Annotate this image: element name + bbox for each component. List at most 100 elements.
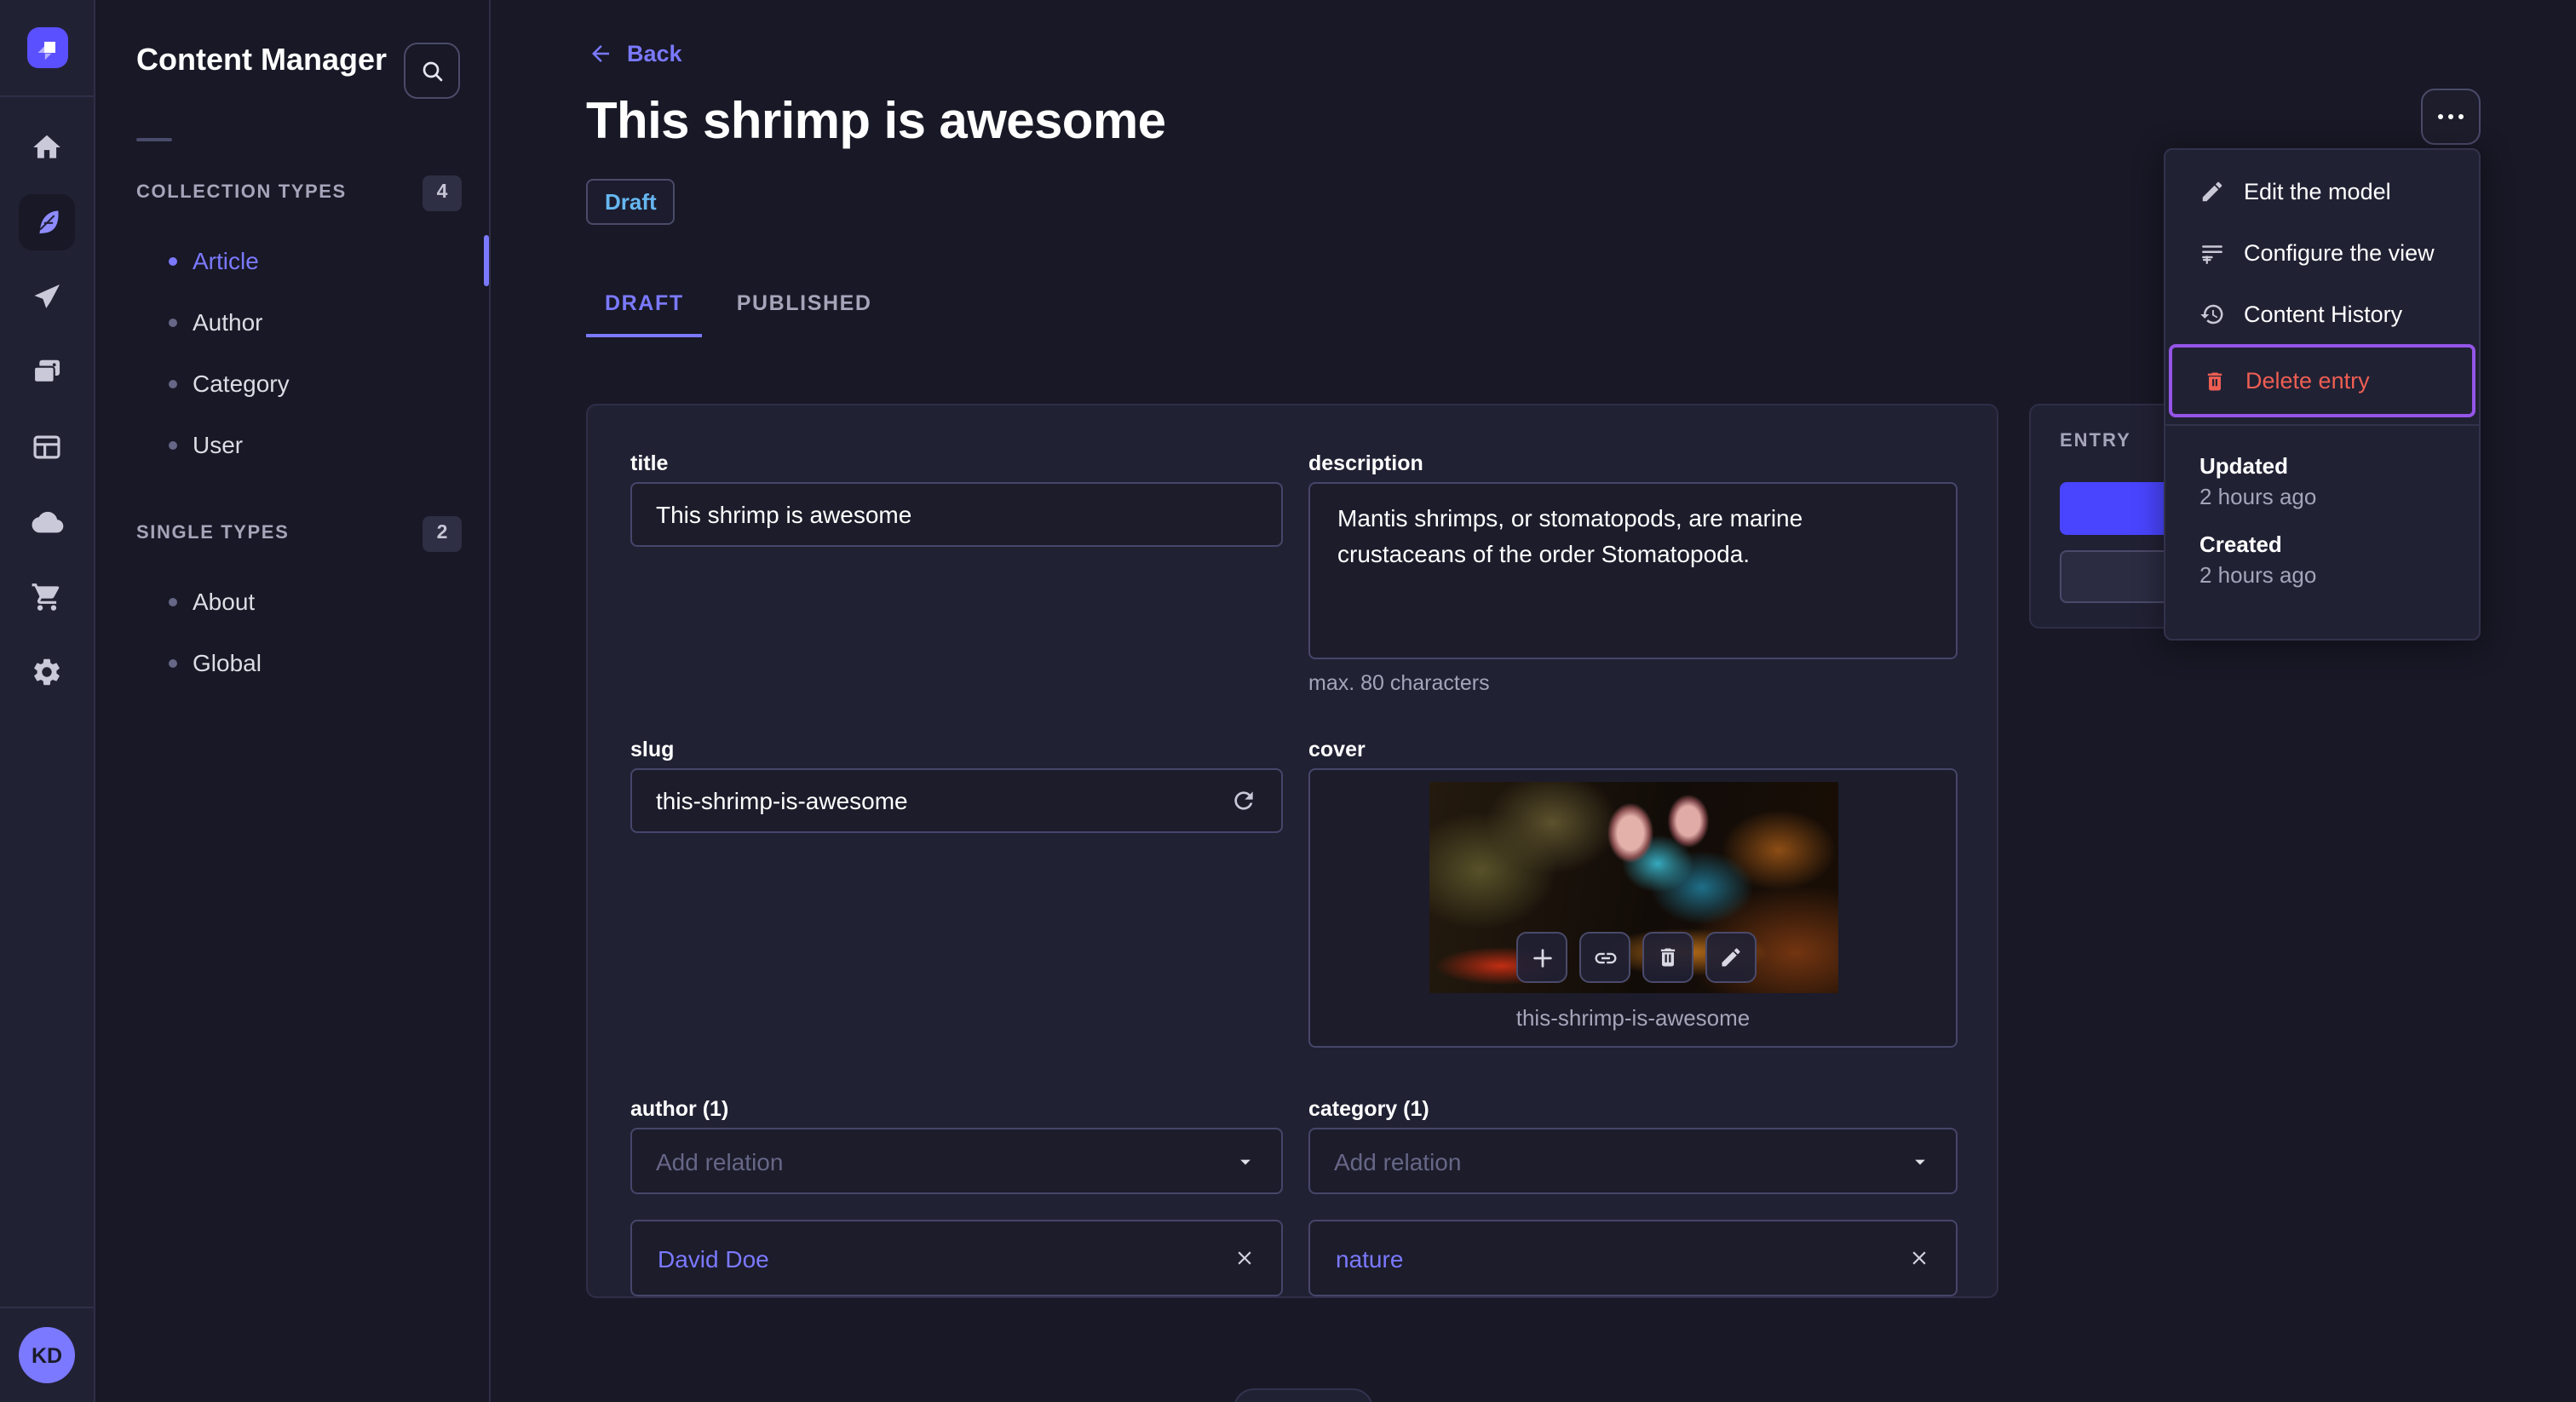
entry-form-card: title This shrimp is awesome description…: [586, 404, 1998, 1298]
more-actions-button[interactable]: [2421, 89, 2481, 145]
subnav-list: COLLECTION TYPES 4 Article Author Catego…: [95, 174, 489, 693]
bullet-icon: [169, 318, 177, 326]
bullet-icon: [169, 597, 177, 606]
slug-input[interactable]: this-shrimp-is-awesome: [630, 768, 1283, 833]
copy-link-button[interactable]: [1579, 932, 1630, 983]
strapi-logo[interactable]: [26, 27, 67, 68]
cloud-nav-button[interactable]: [19, 494, 75, 550]
sidebar-item-label: About: [193, 588, 256, 615]
menu-item-configure-view[interactable]: Configure the view: [2165, 221, 2479, 283]
content-manager-nav-button[interactable]: [19, 194, 75, 250]
more-actions-menu: Edit the model Configure the view Conten…: [2164, 148, 2481, 641]
close-icon: [1912, 1251, 1926, 1265]
gear-icon: [34, 658, 60, 686]
remove-author-relation-button[interactable]: [1233, 1247, 1256, 1269]
sidebar-item-article[interactable]: Article: [95, 230, 489, 291]
section-single-types: SINGLE TYPES 2: [95, 514, 489, 552]
sidebar-item-label: Global: [193, 649, 262, 676]
slug-field-label: slug: [630, 738, 675, 761]
strapi-admin-app: KD Content Manager COLLECTION TYPES 4 Ar…: [0, 0, 2576, 1402]
category-relation-link[interactable]: nature: [1336, 1244, 1403, 1272]
description-value: Mantis shrimps, or stomatopods, are mari…: [1337, 504, 1803, 567]
delete-media-button[interactable]: [1642, 932, 1693, 983]
author-placeholder: Add relation: [656, 1147, 784, 1175]
tab-draft[interactable]: DRAFT: [586, 271, 703, 337]
author-relation-item: David Doe: [630, 1220, 1283, 1296]
updated-meta: Updated 2 hours ago: [2199, 451, 2445, 513]
updated-label: Updated: [2199, 453, 2288, 479]
sidebar-item-category[interactable]: Category: [95, 353, 489, 414]
description-field-label: description: [1308, 451, 1423, 475]
pencil-icon: [2202, 181, 2222, 201]
shopping-cart-icon: [32, 583, 60, 611]
version-tabs: DRAFT PUBLISHED: [586, 271, 891, 337]
close-icon: [1238, 1251, 1251, 1265]
title-input-value: This shrimp is awesome: [656, 501, 912, 528]
cover-actions: [1516, 932, 1757, 983]
cloud-icon: [31, 510, 63, 532]
main-nav-rail: KD: [0, 0, 95, 1402]
pencil-icon: [1722, 948, 1740, 967]
delete-entry-focus-ring: Delete entry: [2169, 344, 2475, 417]
menu-item-label: Configure the view: [2244, 239, 2435, 265]
cover-field-label: cover: [1308, 738, 1366, 761]
media-library-nav-button[interactable]: [19, 344, 75, 400]
back-link[interactable]: Back: [588, 41, 682, 66]
slug-input-value: this-shrimp-is-awesome: [656, 787, 908, 814]
sidebar-item-about[interactable]: About: [95, 571, 489, 632]
link-icon: [1594, 951, 1616, 963]
menu-item-label: Edit the model: [2244, 178, 2391, 204]
menu-meta: Updated 2 hours ago Created 2 hours ago: [2165, 426, 2479, 591]
single-types-count-badge: 2: [423, 515, 462, 551]
sidebar-item-label: Author: [193, 308, 263, 336]
status-badge[interactable]: Draft: [586, 179, 676, 225]
plus-icon: [1532, 948, 1551, 967]
created-meta: Created 2 hours ago: [2199, 530, 2445, 591]
cover-image: [1429, 782, 1838, 993]
menu-item-label: Delete entry: [2245, 368, 2370, 394]
category-relation-item: nature: [1308, 1220, 1958, 1296]
menu-item-content-history[interactable]: Content History: [2165, 283, 2479, 344]
settings-nav-button[interactable]: [19, 644, 75, 700]
sidebar-item-user[interactable]: User: [95, 414, 489, 475]
add-media-button[interactable]: [1516, 932, 1567, 983]
content-type-builder-nav-button[interactable]: [19, 419, 75, 475]
sidebar-item-global[interactable]: Global: [95, 632, 489, 693]
sidebar-item-author[interactable]: Author: [95, 291, 489, 353]
updated-value: 2 hours ago: [2199, 484, 2317, 509]
collection-types-count-badge: 4: [423, 175, 462, 210]
dot-icon: [2438, 114, 2443, 119]
menu-item-delete-entry[interactable]: Delete entry: [2172, 348, 2472, 414]
author-relation-combobox[interactable]: Add relation: [630, 1128, 1283, 1194]
title-input[interactable]: This shrimp is awesome: [630, 482, 1283, 547]
entry-panel-label: ENTRY: [2060, 431, 2131, 451]
dot-icon: [2458, 114, 2464, 119]
menu-item-edit-model[interactable]: Edit the model: [2165, 160, 2479, 221]
bullet-icon: [169, 658, 177, 667]
trash-icon: [2207, 371, 2222, 390]
search-button[interactable]: [404, 43, 460, 99]
edit-media-button[interactable]: [1705, 932, 1757, 983]
tab-published[interactable]: PUBLISHED: [718, 271, 891, 337]
releases-nav-button[interactable]: [19, 269, 75, 325]
remove-category-relation-button[interactable]: [1908, 1247, 1930, 1269]
regenerate-slug-button[interactable]: [1230, 787, 1257, 814]
user-avatar[interactable]: KD: [19, 1327, 75, 1383]
marketplace-nav-button[interactable]: [19, 569, 75, 625]
category-placeholder: Add relation: [1334, 1147, 1462, 1175]
bullet-icon: [169, 379, 177, 388]
layout-icon: [33, 435, 60, 459]
rail-header: [0, 0, 94, 97]
sidebar-item-label: Article: [193, 247, 259, 274]
home-nav-button[interactable]: [19, 119, 75, 175]
author-relation-link[interactable]: David Doe: [658, 1244, 769, 1272]
category-relation-combobox[interactable]: Add relation: [1308, 1128, 1958, 1194]
content-manager-subnav: Content Manager COLLECTION TYPES 4 Artic…: [95, 0, 491, 1402]
back-label: Back: [627, 41, 682, 66]
description-textarea[interactable]: Mantis shrimps, or stomatopods, are mari…: [1308, 482, 1958, 659]
dot-icon: [2448, 114, 2453, 119]
cover-media-card[interactable]: this-shrimp-is-awesome: [1308, 768, 1958, 1048]
subnav-divider: [136, 138, 172, 141]
arrow-left-icon: [592, 45, 609, 62]
chevron-down-icon: [1233, 1149, 1257, 1173]
